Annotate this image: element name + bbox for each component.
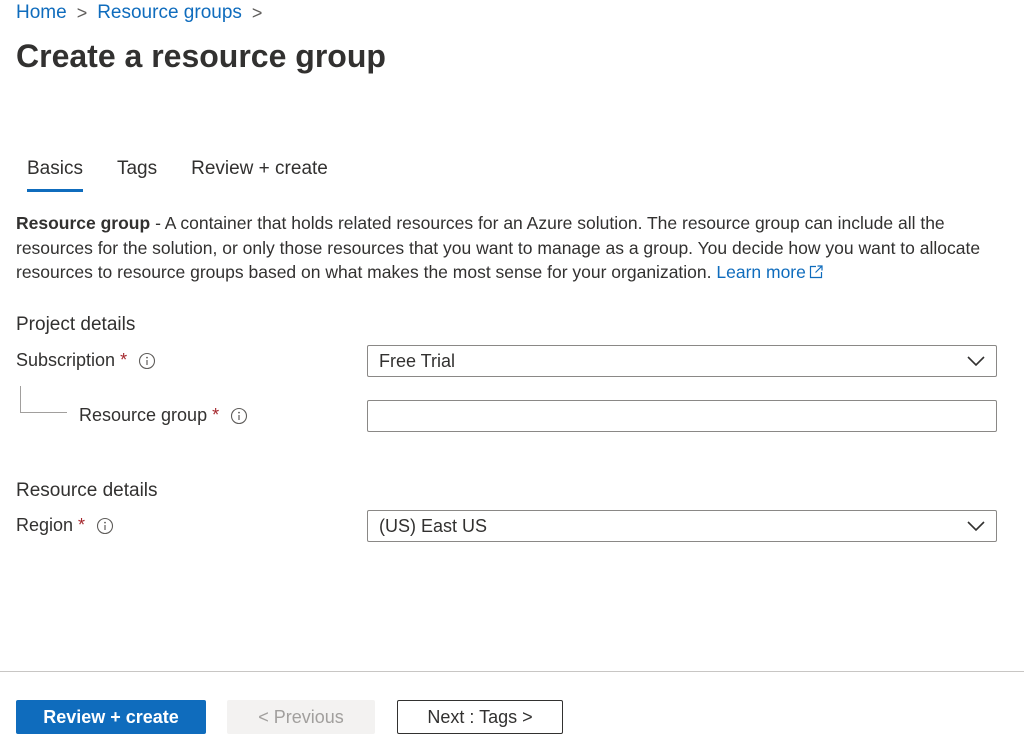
region-dropdown[interactable]: (US) East US xyxy=(367,510,997,542)
breadcrumb-separator: > xyxy=(251,2,263,23)
tab-bar: Basics Tags Review + create xyxy=(16,156,351,192)
breadcrumb-resource-groups-link[interactable]: Resource groups xyxy=(97,2,242,24)
page-title: Create a resource group xyxy=(16,38,386,74)
resource-group-input[interactable] xyxy=(367,400,997,432)
resource-group-label-text: Resource group xyxy=(79,405,208,425)
required-asterisk: * xyxy=(78,515,86,535)
info-icon[interactable] xyxy=(230,407,248,425)
learn-more-label: Learn more xyxy=(716,262,806,282)
description-term: Resource group xyxy=(16,213,151,233)
chevron-down-icon xyxy=(956,520,996,532)
review-create-button[interactable]: Review + create xyxy=(16,700,206,734)
footer-divider xyxy=(0,671,1024,672)
info-icon[interactable] xyxy=(138,352,156,370)
subscription-label: Subscription * xyxy=(16,350,156,371)
tab-review-create[interactable]: Review + create xyxy=(180,156,339,192)
breadcrumb: Home > Resource groups > xyxy=(16,2,272,24)
info-icon[interactable] xyxy=(96,517,114,535)
tab-tags[interactable]: Tags xyxy=(106,156,168,192)
resource-details-heading: Resource details xyxy=(16,480,158,501)
subscription-value: Free Trial xyxy=(379,350,456,371)
chevron-down-icon xyxy=(956,355,996,367)
resource-group-description: Resource group - A container that holds … xyxy=(16,211,996,286)
region-label: Region * xyxy=(16,515,114,536)
required-asterisk: * xyxy=(120,350,128,370)
external-link-icon xyxy=(809,261,823,286)
breadcrumb-home-link[interactable]: Home xyxy=(16,2,67,24)
next-tags-button[interactable]: Next : Tags > xyxy=(397,700,563,734)
subscription-dropdown[interactable]: Free Trial xyxy=(367,345,997,377)
description-text: - A container that holds related resourc… xyxy=(16,213,981,282)
project-details-heading: Project details xyxy=(16,314,136,335)
region-value: (US) East US xyxy=(379,515,488,536)
tab-basics[interactable]: Basics xyxy=(16,156,94,192)
hierarchy-connector-line xyxy=(20,386,67,413)
previous-button[interactable]: < Previous xyxy=(227,700,375,734)
breadcrumb-separator: > xyxy=(76,2,88,23)
required-asterisk: * xyxy=(212,405,220,425)
subscription-label-text: Subscription xyxy=(16,350,116,370)
resource-group-label: Resource group * xyxy=(79,405,248,426)
learn-more-link[interactable]: Learn more xyxy=(716,262,823,282)
region-label-text: Region xyxy=(16,515,74,535)
